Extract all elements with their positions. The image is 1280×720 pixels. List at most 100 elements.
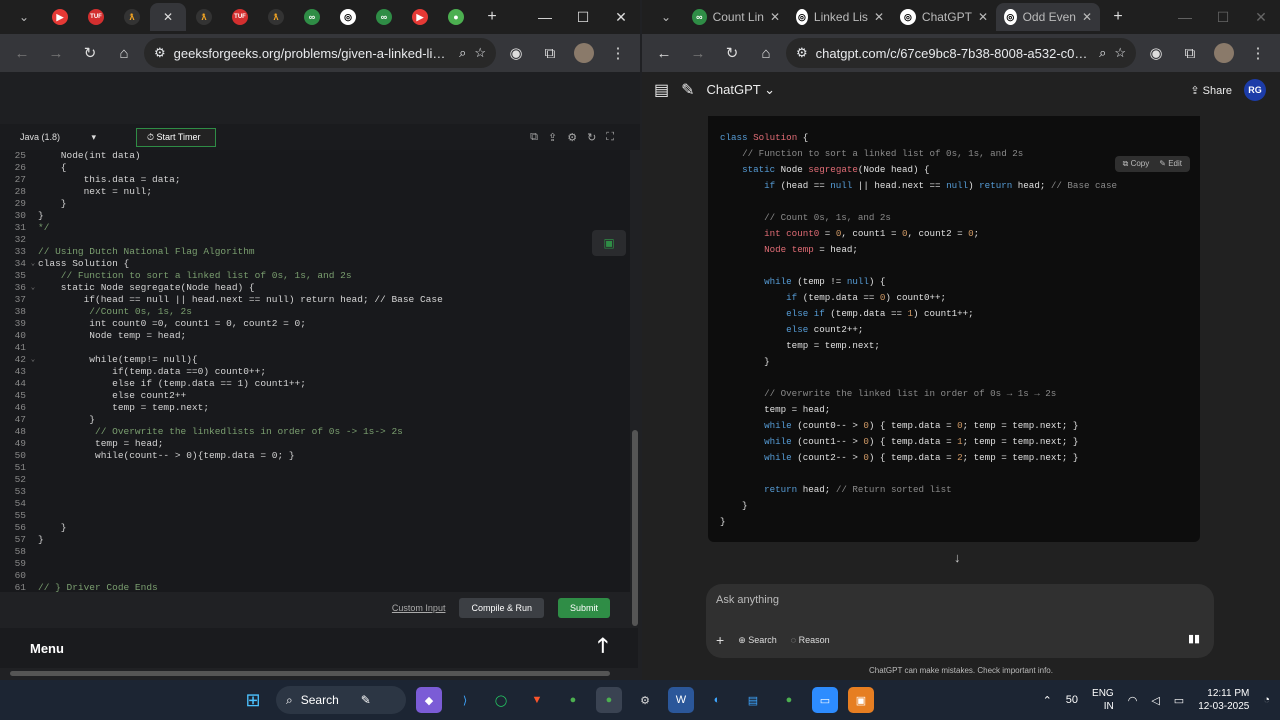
whatsapp-icon[interactable]: ◯ xyxy=(488,687,514,713)
editor-line[interactable]: 44 else if (temp.data == 1) count1++; xyxy=(0,378,630,390)
tab-odd-even[interactable]: ◎ Odd Even ✕ xyxy=(996,3,1100,31)
compile-run-button[interactable]: Compile & Run xyxy=(459,598,544,618)
editor-line[interactable]: 43 if(temp.data ==0) count0++; xyxy=(0,366,630,378)
vertical-scrollbar[interactable] xyxy=(632,430,638,626)
volume-icon[interactable]: ◁ xyxy=(1151,694,1159,707)
menu-dots-icon[interactable]: ⋮ xyxy=(604,39,632,67)
fold-toggle-icon[interactable] xyxy=(28,150,38,162)
editor-line[interactable]: 41 xyxy=(0,342,630,354)
fold-toggle-icon[interactable] xyxy=(28,330,38,342)
tab-dropdown[interactable]: ⌄ xyxy=(6,3,42,31)
fold-toggle-icon[interactable] xyxy=(28,234,38,246)
new-chat-icon[interactable]: ✎ xyxy=(681,80,694,100)
profile-avatar[interactable] xyxy=(1210,39,1238,67)
editor-line[interactable]: 59 xyxy=(0,558,630,570)
close-window-icon[interactable]: ✕ xyxy=(602,0,640,34)
reload-icon[interactable]: ↻ xyxy=(76,39,104,67)
fold-toggle-icon[interactable] xyxy=(28,342,38,354)
fold-toggle-icon[interactable] xyxy=(28,570,38,582)
start-timer-button[interactable]: ⏱ Start Timer xyxy=(136,127,216,147)
fold-toggle-icon[interactable] xyxy=(28,162,38,174)
back-icon[interactable]: ← xyxy=(650,39,678,67)
home-icon[interactable]: ⌂ xyxy=(752,39,780,67)
tab-chrome[interactable]: ● xyxy=(438,3,474,31)
tab-tuf[interactable]: TUF xyxy=(78,3,114,31)
chevron-up-icon[interactable]: ⌃ xyxy=(1043,694,1052,707)
editor-line[interactable]: 47 } xyxy=(0,414,630,426)
tab-leetcode-2[interactable]: ƛ xyxy=(186,3,222,31)
vscode-icon[interactable]: ⟩ xyxy=(452,687,478,713)
editor-line[interactable]: 57} xyxy=(0,534,630,546)
language-select[interactable]: Java (1.8) ▾ xyxy=(20,132,96,143)
close-icon[interactable]: ✕ xyxy=(770,10,780,24)
fold-toggle-icon[interactable] xyxy=(28,294,38,306)
close-window-icon[interactable]: ✕ xyxy=(1242,0,1280,34)
editor-line[interactable]: 30} xyxy=(0,210,630,222)
new-tab-button[interactable]: + xyxy=(1100,3,1136,31)
editor-line[interactable]: 50 while(count-- > 0){temp.data = 0; } xyxy=(0,450,630,462)
extensions-icon[interactable]: ⧉ xyxy=(1176,39,1204,67)
fold-toggle-icon[interactable] xyxy=(28,222,38,234)
chrome-icon[interactable]: ● xyxy=(560,687,586,713)
tab-leetcode-3[interactable]: ƛ xyxy=(258,3,294,31)
clock[interactable]: 12:11 PM 12-03-2025 xyxy=(1198,687,1249,713)
fold-toggle-icon[interactable] xyxy=(28,318,38,330)
tab-chatgpt[interactable]: ◎ xyxy=(330,3,366,31)
minimize-icon[interactable]: — xyxy=(1166,0,1204,34)
tab-dropdown[interactable]: ⌄ xyxy=(648,3,684,31)
editor-line[interactable]: 53 xyxy=(0,486,630,498)
tab-count-linked[interactable]: ∞ Count Lin ✕ xyxy=(684,3,788,31)
scroll-down-icon[interactable]: ↓ xyxy=(954,550,961,565)
fold-toggle-icon[interactable]: ⌄ xyxy=(28,354,38,366)
editor-line[interactable]: 49 temp = head; xyxy=(0,438,630,450)
maximize-icon[interactable]: ☐ xyxy=(564,0,602,34)
composer[interactable]: Ask anything + ⊕ Search ◌ Reason ▮▮ xyxy=(706,584,1214,658)
close-icon[interactable]: ✕ xyxy=(163,10,173,24)
app-icon[interactable]: ▣ xyxy=(848,687,874,713)
url-field[interactable]: ⚙ chatgpt.com/c/67ce9bc8-7b38-8008-a532-… xyxy=(786,38,1136,68)
copilot-icon[interactable]: ◆ xyxy=(416,687,442,713)
fold-toggle-icon[interactable] xyxy=(28,498,38,510)
url-field[interactable]: ⚙ geeksforgeeks.org/problems/given-a-lin… xyxy=(144,38,496,68)
editor-line[interactable]: 56 } xyxy=(0,522,630,534)
fold-toggle-icon[interactable] xyxy=(28,210,38,222)
code-editor[interactable]: 25 Node(int data) 26 {27 this.data = data… xyxy=(0,150,630,594)
bookmark-star-icon[interactable]: ☆ xyxy=(474,45,486,61)
windows-start-icon[interactable]: ⊞ xyxy=(240,687,266,713)
search-tool-button[interactable]: ⊕ Search xyxy=(738,635,777,646)
back-icon[interactable]: ← xyxy=(8,39,36,67)
chrome-profile-icon[interactable]: ● xyxy=(776,687,802,713)
editor-line[interactable]: 42 ⌄ while(temp!= null){ xyxy=(0,354,630,366)
brave-icon[interactable]: ▼ xyxy=(524,687,550,713)
menu-bar[interactable]: Menu 🡑 xyxy=(0,628,638,668)
fold-toggle-icon[interactable] xyxy=(28,198,38,210)
editor-line[interactable]: 34 ⌄ class Solution { xyxy=(0,258,630,270)
taskbar-search[interactable]: ⌕ Search ✎ xyxy=(276,686,406,714)
tab-leetcode[interactable]: ƛ xyxy=(114,3,150,31)
fullscreen-icon[interactable]: ⛶ xyxy=(606,131,614,144)
fold-toggle-icon[interactable] xyxy=(28,366,38,378)
editor-line[interactable]: 32 xyxy=(0,234,630,246)
editor-line[interactable]: 28 next = null; xyxy=(0,186,630,198)
fold-toggle-icon[interactable] xyxy=(28,582,38,594)
tab-youtube-2[interactable]: ▶ xyxy=(402,3,438,31)
model-selector[interactable]: ChatGPT ⌄ xyxy=(707,82,775,98)
editor-line[interactable]: 52 xyxy=(0,474,630,486)
language-indicator[interactable]: ENG IN xyxy=(1092,687,1114,713)
editor-line[interactable]: 25 Node(int data) xyxy=(0,150,630,162)
editor-line[interactable]: 55 xyxy=(0,510,630,522)
fold-toggle-icon[interactable] xyxy=(28,558,38,570)
avatar[interactable]: RG xyxy=(1244,79,1266,101)
editor-line[interactable]: 46 temp = temp.next; xyxy=(0,402,630,414)
incognito-icon[interactable]: ◉ xyxy=(1142,39,1170,67)
forward-icon[interactable]: → xyxy=(684,39,712,67)
fold-toggle-icon[interactable] xyxy=(28,402,38,414)
settings-icon[interactable]: ⚙ xyxy=(567,131,577,144)
fold-toggle-icon[interactable]: ⌄ xyxy=(28,282,38,294)
editor-line[interactable]: 29 } xyxy=(0,198,630,210)
search-icon[interactable]: ⌕ xyxy=(1099,45,1106,61)
editor-line[interactable]: 33 // Using Dutch National Flag Algorithm xyxy=(0,246,630,258)
editor-line[interactable]: 39 int count0 =0, count1 = 0, count2 = 0… xyxy=(0,318,630,330)
fold-toggle-icon[interactable] xyxy=(28,486,38,498)
editor-line[interactable]: 51 xyxy=(0,462,630,474)
